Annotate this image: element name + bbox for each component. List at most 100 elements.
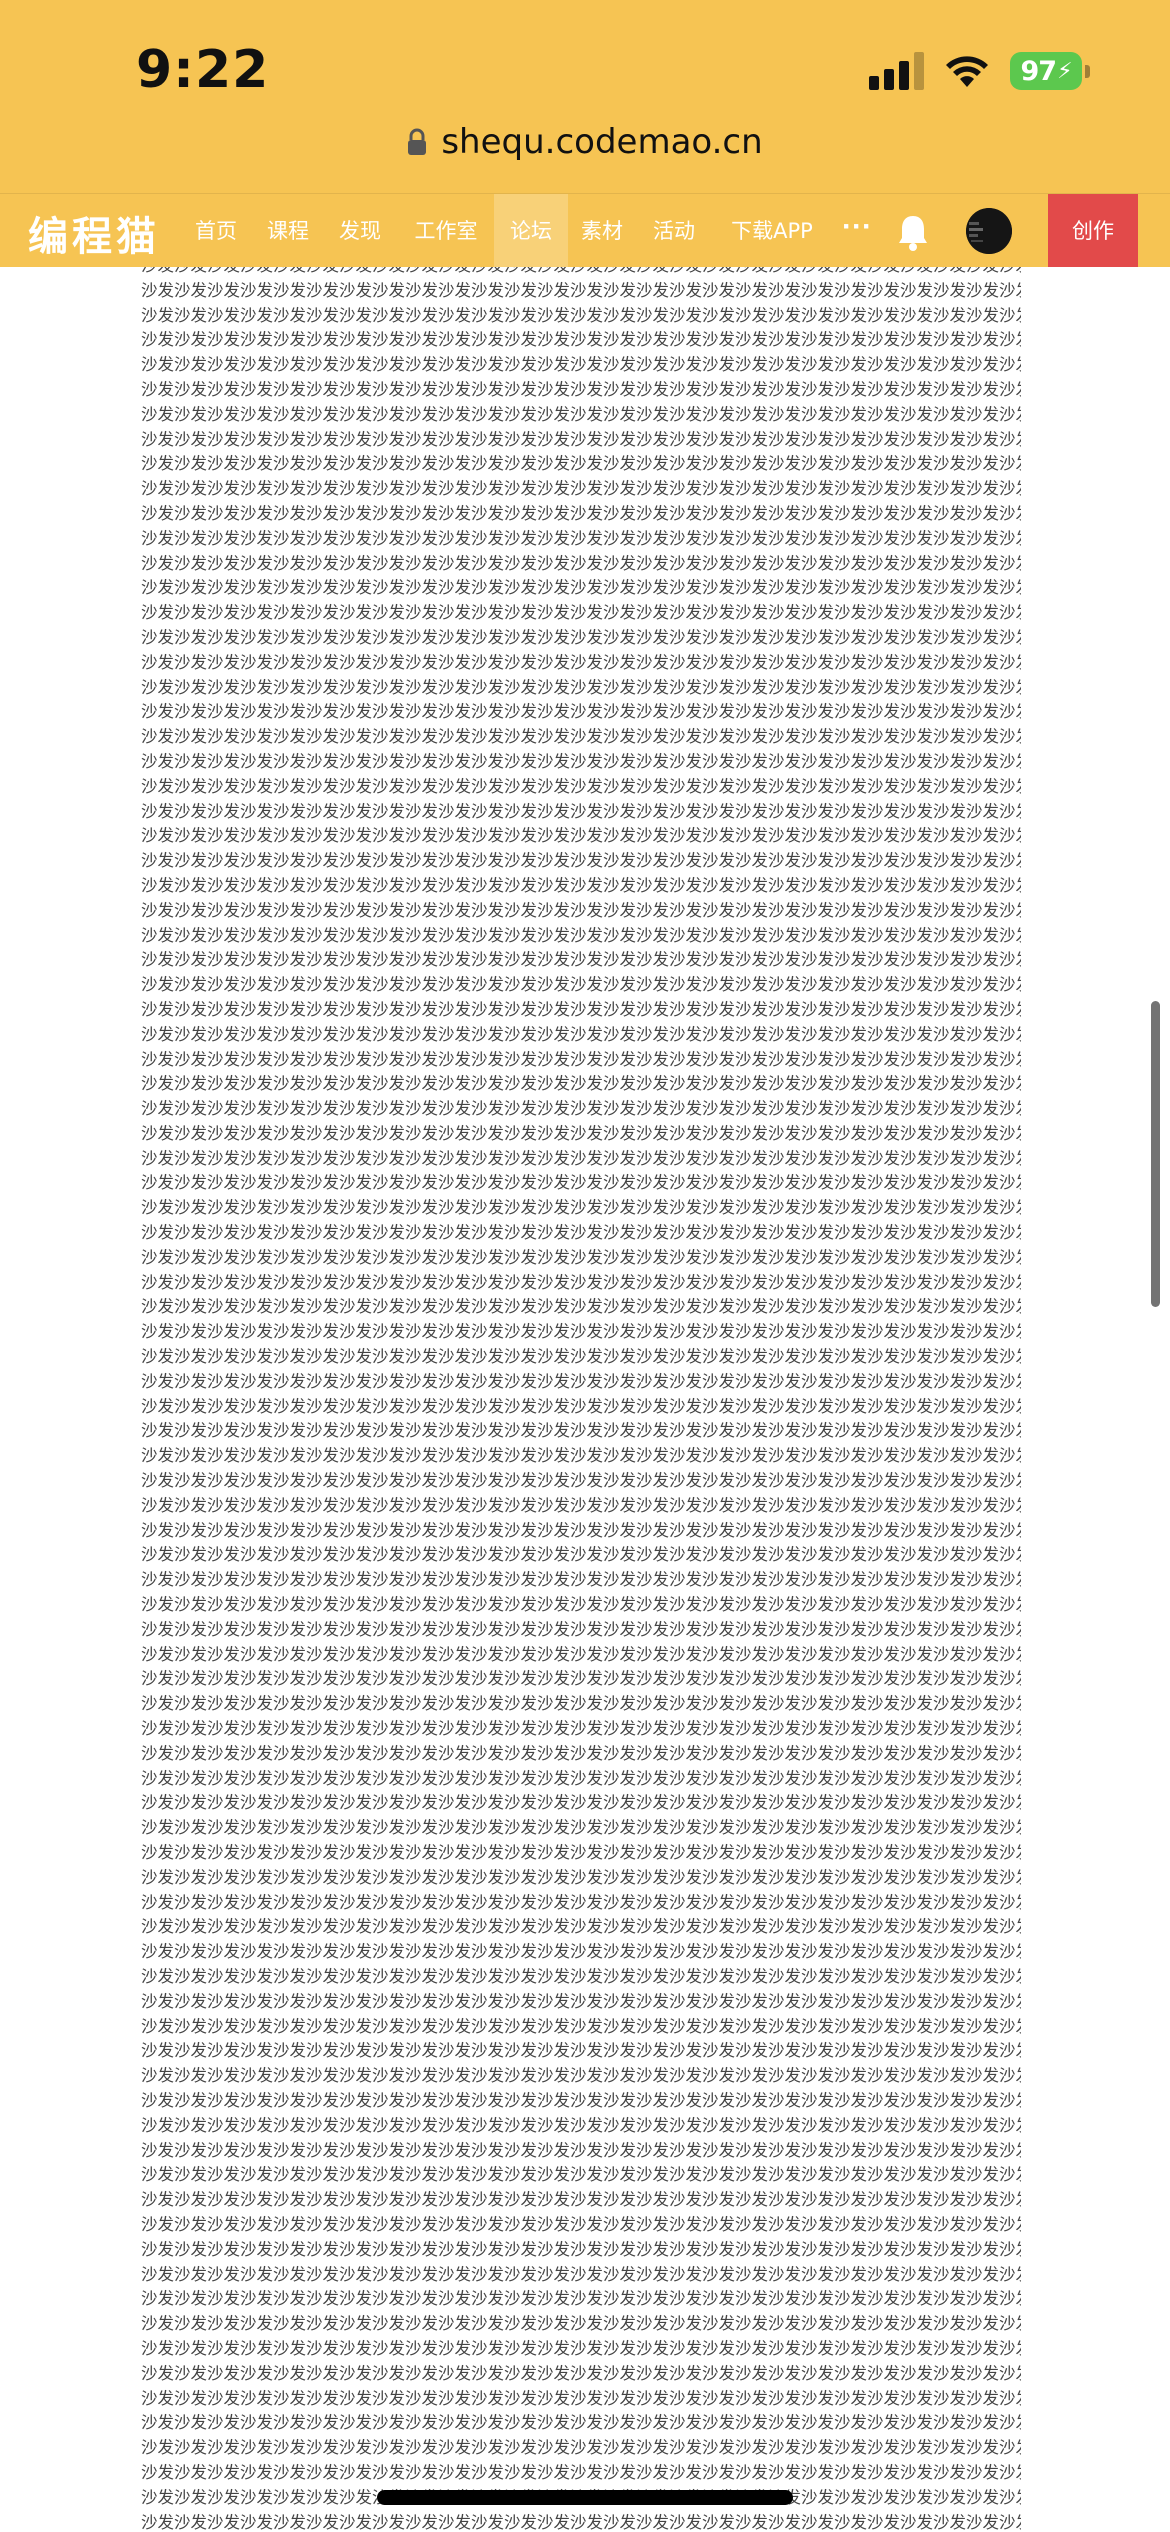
post-text-line: 沙发沙发沙发沙发沙发沙发沙发沙发沙发沙发沙发沙发沙发沙发沙发沙发沙发沙发沙发沙发… (141, 975, 1021, 995)
post-text-line: 沙发沙发沙发沙发沙发沙发沙发沙发沙发沙发沙发沙发沙发沙发沙发沙发沙发沙发沙发沙发… (141, 1347, 1021, 1367)
post-text-line: 沙发沙发沙发沙发沙发沙发沙发沙发沙发沙发沙发沙发沙发沙发沙发沙发沙发沙发沙发沙发… (141, 1843, 1021, 1862)
status-bar: 9:22 97 ⚡ shequ.codemao.cn (0, 0, 1170, 193)
post-text-line: 沙发沙发沙发沙发沙发沙发沙发沙发沙发沙发沙发沙发沙发沙发沙发沙发沙发沙发沙发沙发… (141, 2338, 1021, 2358)
post-text-line: 沙发沙发沙发沙发沙发沙发沙发沙发沙发沙发沙发沙发沙发沙发沙发沙发沙发沙发沙发沙发… (141, 479, 1021, 499)
post-text-line: 沙发沙发沙发沙发沙发沙发沙发沙发沙发沙发沙发沙发沙发沙发沙发沙发沙发沙发沙发沙发… (141, 454, 1021, 474)
post-text-line: 沙发沙发沙发沙发沙发沙发沙发沙发沙发沙发沙发沙发沙发沙发沙发沙发沙发沙发沙发沙发… (141, 429, 1021, 449)
nav-forum[interactable]: 论坛 (494, 194, 568, 268)
post-content-viewport: 沙发沙发沙发沙发沙发沙发沙发沙发沙发沙发沙发沙发沙发沙发沙发沙发沙发沙发沙发沙发… (0, 267, 1170, 2532)
post-text-line: 沙发沙发沙发沙发沙发沙发沙发沙发沙发沙发沙发沙发沙发沙发沙发沙发沙发沙发沙发沙发… (141, 2165, 1021, 2185)
post-text-line: 沙发沙发沙发沙发沙发沙发沙发沙发沙发沙发沙发沙发沙发沙发沙发沙发沙发沙发沙发沙发… (141, 1223, 1021, 1243)
post-text-line: 沙发沙发沙发沙发沙发沙发沙发沙发沙发沙发沙发沙发沙发沙发沙发沙发沙发沙发沙发沙发… (141, 2363, 1021, 2383)
post-text-line: 沙发沙发沙发沙发沙发沙发沙发沙发沙发沙发沙发沙发沙发沙发沙发沙发沙发沙发沙发沙发… (141, 2314, 1021, 2334)
post-text-line: 沙发沙发沙发沙发沙发沙发沙发沙发沙发沙发沙发沙发沙发沙发沙发沙发沙发沙发沙发沙发… (141, 2388, 1021, 2408)
post-text-line: 沙发沙发沙发沙发沙发沙发沙发沙发沙发沙发沙发沙发沙发沙发沙发沙发沙发沙发沙发沙发… (141, 1123, 1021, 1143)
post-text-line: 沙发沙发沙发沙发沙发沙发沙发沙发沙发沙发沙发沙发沙发沙发沙发沙发沙发沙发沙发沙发… (141, 404, 1021, 424)
post-text-line: 沙发沙发沙发沙发沙发沙发沙发沙发沙发沙发沙发沙发沙发沙发沙发沙发沙发沙发沙发沙发… (141, 1074, 1021, 1094)
post-text-line: 沙发沙发沙发沙发沙发沙发沙发沙发沙发沙发沙发沙发沙发沙发沙发沙发沙发沙发沙发沙发… (141, 2214, 1021, 2234)
post-text-line: 沙发沙发沙发沙发沙发沙发沙发沙发沙发沙发沙发沙发沙发沙发沙发沙发沙发沙发沙发沙发… (141, 2115, 1021, 2135)
post-text-line: 沙发沙发沙发沙发沙发沙发沙发沙发沙发沙发沙发沙发沙发沙发沙发沙发沙发沙发沙发沙发… (141, 875, 1021, 895)
post-text-line: 沙发沙发沙发沙发沙发沙发沙发沙发沙发沙发沙发沙发沙发沙发沙发沙发沙发沙发沙发沙发… (141, 1024, 1021, 1044)
nav-courses[interactable]: 课程 (262, 194, 314, 268)
home-indicator[interactable] (377, 2490, 793, 2505)
post-text-line: 沙发沙发沙发沙发沙发沙发沙发沙发沙发沙发沙发沙发沙发沙发沙发沙发沙发沙发沙发沙发… (141, 1446, 1021, 1466)
post-text-line: 沙发沙发沙发沙发沙发沙发沙发沙发沙发沙发沙发沙发沙发沙发沙发沙发沙发沙发沙发沙发… (141, 1867, 1021, 1887)
post-text-line: 沙发沙发沙发沙发沙发沙发沙发沙发沙发沙发沙发沙发沙发沙发沙发沙发沙发沙发沙发沙发… (141, 900, 1021, 920)
post-text-line: 沙发沙发沙发沙发沙发沙发沙发沙发沙发沙发沙发沙发沙发沙发沙发沙发沙发沙发沙发沙发… (141, 751, 1021, 771)
post-text-line: 沙发沙发沙发沙发沙发沙发沙发沙发沙发沙发沙发沙发沙发沙发沙发沙发沙发沙发沙发沙发… (141, 1768, 1021, 1788)
post-text-line: 沙发沙发沙发沙发沙发沙发沙发沙发沙发沙发沙发沙发沙发沙发沙发沙发沙发沙发沙发沙发… (141, 355, 1021, 375)
post-text-line: 沙发沙发沙发沙发沙发沙发沙发沙发沙发沙发沙发沙发沙发沙发沙发沙发沙发沙发沙发沙发… (141, 1917, 1021, 1937)
post-text-line: 沙发沙发沙发沙发沙发沙发沙发沙发沙发沙发沙发沙发沙发沙发沙发沙发沙发沙发沙发沙发… (141, 267, 1021, 279)
post-text-line: 沙发沙发沙发沙发沙发沙发沙发沙发沙发沙发沙发沙发沙发沙发沙发沙发沙发沙发沙发沙发… (141, 627, 1021, 647)
post-text-line: 沙发沙发沙发沙发沙发沙发沙发沙发沙发沙发沙发沙发沙发沙发沙发沙发沙发沙发沙发沙发… (141, 1942, 1021, 1962)
post-text-line: 沙发沙发沙发沙发沙发沙发沙发沙发沙发沙发沙发沙发沙发沙发沙发沙发沙发沙发沙发沙发… (141, 1545, 1021, 1565)
status-icons: 97 ⚡ (869, 52, 1090, 90)
create-button[interactable]: 创作 (1048, 194, 1138, 268)
battery-charging-icon: 97 ⚡ (1010, 52, 1090, 90)
post-text-line: 沙发沙发沙发沙发沙发沙发沙发沙发沙发沙发沙发沙发沙发沙发沙发沙发沙发沙发沙发沙发… (141, 1198, 1021, 1218)
post-text-line: 沙发沙发沙发沙发沙发沙发沙发沙发沙发沙发沙发沙发沙发沙发沙发沙发沙发沙发沙发沙发… (141, 1570, 1021, 1590)
post-text-line: 沙发沙发沙发沙发沙发沙发沙发沙发沙发沙发沙发沙发沙发沙发沙发沙发沙发沙发沙发沙发… (141, 1049, 1021, 1069)
battery-level: 97 (1020, 55, 1057, 87)
site-logo[interactable]: 编程猫 (28, 204, 160, 262)
post-text-line: 沙发沙发沙发沙发沙发沙发沙发沙发沙发沙发沙发沙发沙发沙发沙发沙发沙发沙发沙发沙发… (141, 305, 1021, 325)
post-text-line: 沙发沙发沙发沙发沙发沙发沙发沙发沙发沙发沙发沙发沙发沙发沙发沙发沙发沙发沙发沙发… (141, 1520, 1021, 1540)
post-text-line: 沙发沙发沙发沙发沙发沙发沙发沙发沙发沙发沙发沙发沙发沙发沙发沙发沙发沙发沙发沙发… (141, 652, 1021, 672)
post-text-line: 沙发沙发沙发沙发沙发沙发沙发沙发沙发沙发沙发沙发沙发沙发沙发沙发沙发沙发沙发沙发… (141, 2413, 1021, 2433)
post-text-line: 沙发沙发沙发沙发沙发沙发沙发沙发沙发沙发沙发沙发沙发沙发沙发沙发沙发沙发沙发沙发… (141, 1595, 1021, 1615)
post-text-line: 沙发沙发沙发沙发沙发沙发沙发沙发沙发沙发沙发沙发沙发沙发沙发沙发沙发沙发沙发沙发… (141, 1719, 1021, 1739)
post-text-line: 沙发沙发沙发沙发沙发沙发沙发沙发沙发沙发沙发沙发沙发沙发沙发沙发沙发沙发沙发沙发… (141, 2512, 1021, 2532)
post-text-line: 沙发沙发沙发沙发沙发沙发沙发沙发沙发沙发沙发沙发沙发沙发沙发沙发沙发沙发沙发沙发… (141, 1694, 1021, 1714)
post-text-line: 沙发沙发沙发沙发沙发沙发沙发沙发沙发沙发沙发沙发沙发沙发沙发沙发沙发沙发沙发沙发… (141, 727, 1021, 747)
post-text-line: 沙发沙发沙发沙发沙发沙发沙发沙发沙发沙发沙发沙发沙发沙发沙发沙发沙发沙发沙发沙发… (141, 2289, 1021, 2309)
post-text-line: 沙发沙发沙发沙发沙发沙发沙发沙发沙发沙发沙发沙发沙发沙发沙发沙发沙发沙发沙发沙发… (141, 1644, 1021, 1664)
post-text-line: 沙发沙发沙发沙发沙发沙发沙发沙发沙发沙发沙发沙发沙发沙发沙发沙发沙发沙发沙发沙发… (141, 1371, 1021, 1391)
post-text-line: 沙发沙发沙发沙发沙发沙发沙发沙发沙发沙发沙发沙发沙发沙发沙发沙发沙发沙发沙发沙发… (141, 1619, 1021, 1639)
scrollbar[interactable] (1151, 1001, 1160, 1307)
post-text-line: 沙发沙发沙发沙发沙发沙发沙发沙发沙发沙发沙发沙发沙发沙发沙发沙发沙发沙发沙发沙发… (141, 1471, 1021, 1491)
post-text-line: 沙发沙发沙发沙发沙发沙发沙发沙发沙发沙发沙发沙发沙发沙发沙发沙发沙发沙发沙发沙发… (141, 578, 1021, 598)
post-body: 沙发沙发沙发沙发沙发沙发沙发沙发沙发沙发沙发沙发沙发沙发沙发沙发沙发沙发沙发沙发… (141, 267, 1021, 2532)
nav-download-app[interactable]: 下载APP (722, 194, 822, 268)
nav-studio[interactable]: 工作室 (406, 194, 486, 268)
post-text-line: 沙发沙发沙发沙发沙发沙发沙发沙发沙发沙发沙发沙发沙发沙发沙发沙发沙发沙发沙发沙发… (141, 950, 1021, 970)
lock-icon (408, 128, 427, 155)
post-text-line: 沙发沙发沙发沙发沙发沙发沙发沙发沙发沙发沙发沙发沙发沙发沙发沙发沙发沙发沙发沙发… (141, 1495, 1021, 1515)
post-text-line: 沙发沙发沙发沙发沙发沙发沙发沙发沙发沙发沙发沙发沙发沙发沙发沙发沙发沙发沙发沙发… (141, 925, 1021, 945)
post-text-line: 沙发沙发沙发沙发沙发沙发沙发沙发沙发沙发沙发沙发沙发沙发沙发沙发沙发沙发沙发沙发… (141, 1966, 1021, 1986)
post-text-line: 沙发沙发沙发沙发沙发沙发沙发沙发沙发沙发沙发沙发沙发沙发沙发沙发沙发沙发沙发沙发… (141, 851, 1021, 871)
signal-icon (869, 52, 924, 90)
site-nav: 编程猫 首页 课程 发现 工作室 论坛 素材 活动 下载APP ··· 创作 (0, 193, 1170, 268)
post-text-line: 沙发沙发沙发沙发沙发沙发沙发沙发沙发沙发沙发沙发沙发沙发沙发沙发沙发沙发沙发沙发… (141, 2016, 1021, 2036)
url-text[interactable]: shequ.codemao.cn (441, 122, 762, 162)
post-text-line: 沙发沙发沙发沙发沙发沙发沙发沙发沙发沙发沙发沙发沙发沙发沙发沙发沙发沙发沙发沙发… (141, 2140, 1021, 2160)
post-text-line: 沙发沙发沙发沙发沙发沙发沙发沙发沙发沙发沙发沙发沙发沙发沙发沙发沙发沙发沙发沙发… (141, 1247, 1021, 1267)
nav-discover[interactable]: 发现 (334, 194, 386, 268)
post-text-line: 沙发沙发沙发沙发沙发沙发沙发沙发沙发沙发沙发沙发沙发沙发沙发沙发沙发沙发沙发沙发… (141, 999, 1021, 1019)
post-text-line: 沙发沙发沙发沙发沙发沙发沙发沙发沙发沙发沙发沙发沙发沙发沙发沙发沙发沙发沙发沙发… (141, 677, 1021, 697)
post-text-line: 沙发沙发沙发沙发沙发沙发沙发沙发沙发沙发沙发沙发沙发沙发沙发沙发沙发沙发沙发沙发… (141, 2041, 1021, 2061)
user-avatar[interactable] (966, 208, 1012, 254)
nav-events[interactable]: 活动 (648, 194, 700, 268)
post-text-line: 沙发沙发沙发沙发沙发沙发沙发沙发沙发沙发沙发沙发沙发沙发沙发沙发沙发沙发沙发沙发… (141, 603, 1021, 623)
status-time: 9:22 (136, 40, 270, 100)
address-bar[interactable]: shequ.codemao.cn (0, 122, 1170, 162)
post-text-line: 沙发沙发沙发沙发沙发沙发沙发沙发沙发沙发沙发沙发沙发沙发沙发沙发沙发沙发沙发沙发… (141, 1743, 1021, 1763)
post-text-line: 沙发沙发沙发沙发沙发沙发沙发沙发沙发沙发沙发沙发沙发沙发沙发沙发沙发沙发沙发沙发… (141, 1991, 1021, 2011)
post-text-line: 沙发沙发沙发沙发沙发沙发沙发沙发沙发沙发沙发沙发沙发沙发沙发沙发沙发沙发沙发沙发… (141, 1421, 1021, 1441)
post-text-line: 沙发沙发沙发沙发沙发沙发沙发沙发沙发沙发沙发沙发沙发沙发沙发沙发沙发沙发沙发沙发… (141, 2438, 1021, 2458)
post-text-line: 沙发沙发沙发沙发沙发沙发沙发沙发沙发沙发沙发沙发沙发沙发沙发沙发沙发沙发沙发沙发… (141, 1173, 1021, 1193)
nav-home[interactable]: 首页 (190, 194, 242, 268)
post-text-line: 沙发沙发沙发沙发沙发沙发沙发沙发沙发沙发沙发沙发沙发沙发沙发沙发沙发沙发沙发沙发… (141, 1297, 1021, 1317)
post-text-line: 沙发沙发沙发沙发沙发沙发沙发沙发沙发沙发沙发沙发沙发沙发沙发沙发沙发沙发沙发沙发… (141, 553, 1021, 573)
post-text-line: 沙发沙发沙发沙发沙发沙发沙发沙发沙发沙发沙发沙发沙发沙发沙发沙发沙发沙发沙发沙发… (141, 2462, 1021, 2482)
post-text-line: 沙发沙发沙发沙发沙发沙发沙发沙发沙发沙发沙发沙发沙发沙发沙发沙发沙发沙发沙发沙发… (141, 2190, 1021, 2210)
nav-materials[interactable]: 素材 (576, 194, 628, 268)
post-text-line: 沙发沙发沙发沙发沙发沙发沙发沙发沙发沙发沙发沙发沙发沙发沙发沙发沙发沙发沙发沙发… (141, 1396, 1021, 1416)
post-text-line: 沙发沙发沙发沙发沙发沙发沙发沙发沙发沙发沙发沙发沙发沙发沙发沙发沙发沙发沙发沙发… (141, 2090, 1021, 2110)
bell-icon[interactable] (896, 212, 930, 252)
wifi-icon (946, 56, 988, 87)
more-icon[interactable]: ··· (840, 194, 874, 268)
post-text-line: 沙发沙发沙发沙发沙发沙发沙发沙发沙发沙发沙发沙发沙发沙发沙发沙发沙发沙发沙发沙发… (141, 2239, 1021, 2259)
